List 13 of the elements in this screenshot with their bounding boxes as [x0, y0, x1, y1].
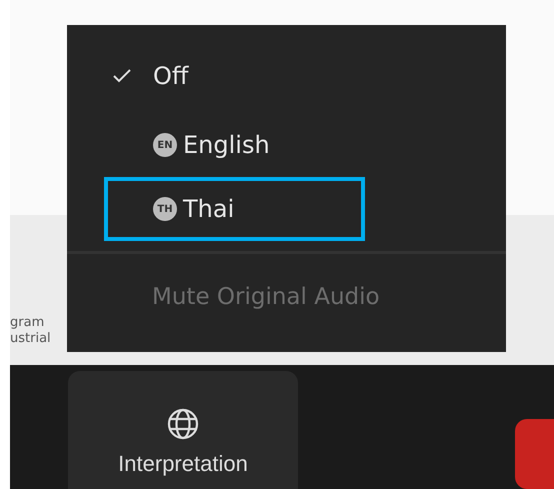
menu-item[interactable]: EN English [104, 113, 365, 177]
end-button[interactable] [515, 419, 554, 489]
menu-item[interactable]: TH Thai [104, 177, 365, 241]
menu-label: Thai [183, 195, 234, 223]
language-badge: TH [153, 197, 177, 221]
language-badge: EN [153, 133, 177, 157]
menu-label: Off [153, 62, 188, 90]
background-text: gram [10, 315, 46, 331]
interpretation-button[interactable]: Interpretation [68, 371, 298, 489]
background-text: ustrial [10, 331, 52, 347]
globe-icon [166, 407, 200, 441]
menu-item[interactable]: Off [104, 51, 365, 101]
menu-label: English [183, 131, 270, 159]
